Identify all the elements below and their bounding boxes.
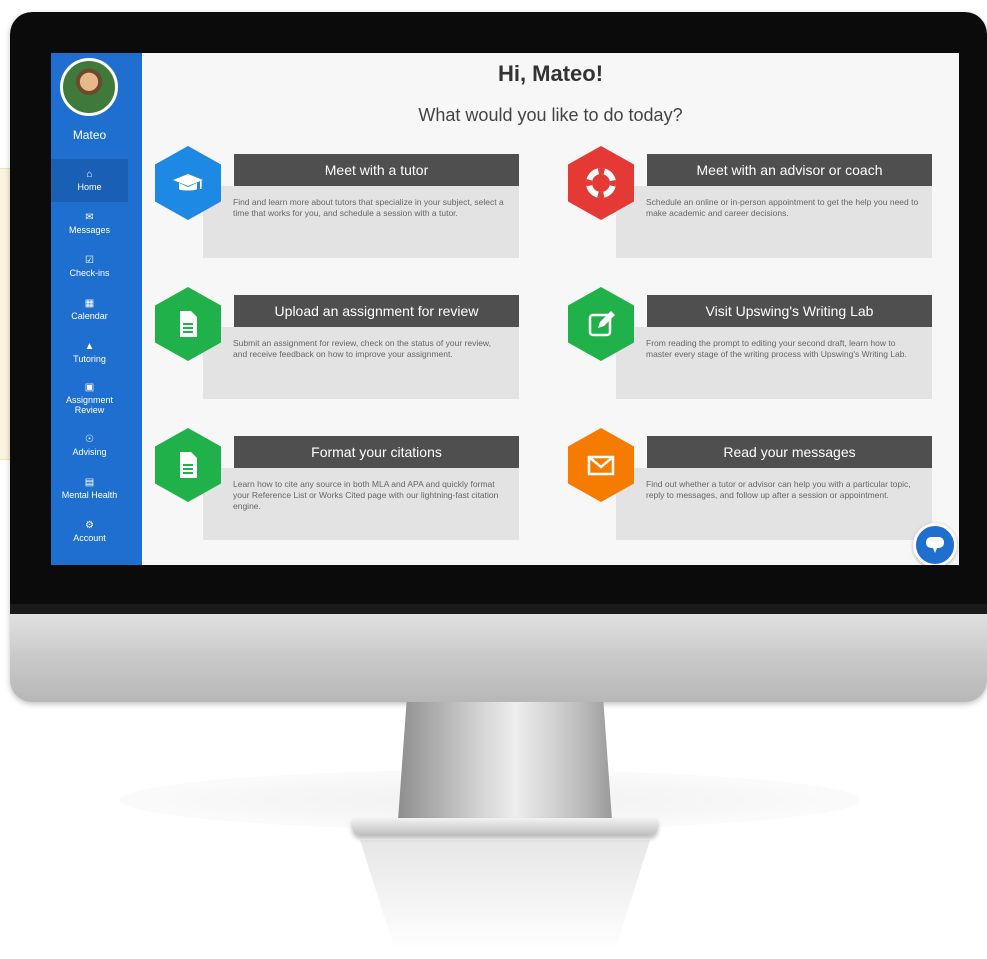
sidebar-item-label: Check-ins: [69, 267, 110, 278]
card-meet-tutor[interactable]: Meet with a tutor Find and learn more ab…: [155, 146, 519, 258]
sidebar-item-check-ins[interactable]: ☑ Check-ins: [51, 245, 128, 288]
sidebar-item-advising[interactable]: ☉ Advising: [51, 424, 128, 467]
sidebar-item-label: Mental Health: [61, 489, 118, 500]
sidebar-item-assignment-review[interactable]: ▣ Assignment Review: [51, 374, 128, 424]
card-writing-lab[interactable]: Visit Upswing's Writing Lab From reading…: [568, 287, 932, 399]
lifebuoy-icon: ☉: [85, 433, 94, 445]
chat-button[interactable]: [913, 523, 957, 565]
page-title: Hi, Mateo!: [497, 61, 604, 86]
sidebar-nav: ⌂ Home ✉ Messages ☑ Check-ins ▦ Calendar…: [51, 159, 128, 553]
sidebar-item-messages[interactable]: ✉ Messages: [51, 202, 128, 245]
calendar-icon: ▦: [84, 297, 95, 309]
sidebar-item-tutoring[interactable]: ▲ Tutoring: [51, 331, 128, 374]
home-icon: ⌂: [86, 168, 93, 180]
checkbox-icon: ☑: [85, 254, 94, 266]
card-description: Find out whether a tutor or advisor can …: [616, 468, 932, 540]
sidebar-item-label: Assignment Review: [65, 395, 114, 415]
sidebar-item-calendar[interactable]: ▦ Calendar: [51, 288, 128, 331]
app-screen: Mateo ⌂ Home ✉ Messages ☑ Check-ins ▦ Ca…: [51, 53, 959, 565]
avatar[interactable]: [60, 58, 118, 116]
graduation-cap-icon: ▲: [84, 340, 95, 352]
stand-reflection: [360, 840, 650, 950]
bezel-bottom-edge: [10, 604, 987, 614]
card-description: Submit an assignment for review, check o…: [203, 327, 519, 399]
sidebar-item-label: Calendar: [71, 310, 108, 321]
monitor-stand-foot: [352, 818, 658, 836]
card-format-citations[interactable]: Format your citations Learn how to cite …: [155, 428, 519, 540]
card-meet-advisor[interactable]: Meet with an advisor or coach Schedule a…: [568, 146, 932, 258]
sidebar-item-label: Tutoring: [73, 353, 106, 364]
main-content: Hi, Mateo! What would you like to do tod…: [142, 53, 959, 565]
page-subtitle: What would you like to do today?: [418, 105, 683, 125]
chat-icon: [926, 537, 944, 553]
sidebar-item-account[interactable]: ⚙ Account: [51, 510, 128, 553]
gear-icon: ⚙: [85, 519, 94, 531]
sidebar-item-label: Home: [77, 181, 102, 192]
card-title: Read your messages: [647, 436, 932, 468]
card-title: Format your citations: [234, 436, 519, 468]
card-upload-assignment[interactable]: Upload an assignment for review Submit a…: [155, 287, 519, 399]
card-title: Meet with an advisor or coach: [647, 154, 932, 186]
envelope-icon: ✉: [85, 211, 94, 223]
user-name: Mateo: [72, 128, 107, 142]
sidebar-item-mental-health[interactable]: ▤ Mental Health: [51, 467, 128, 510]
monitor-stand-neck: [398, 702, 612, 820]
document-icon: ▣: [84, 382, 95, 393]
sidebar-item-label: Messages: [68, 224, 111, 235]
card-title: Meet with a tutor: [234, 154, 519, 186]
first-aid-icon: ▤: [84, 476, 95, 488]
card-title: Upload an assignment for review: [234, 295, 519, 327]
sidebar-item-label: Account: [73, 532, 106, 543]
monitor-chin: [10, 604, 987, 702]
card-description: From reading the prompt to editing your …: [616, 327, 932, 399]
card-read-messages[interactable]: Read your messages Find out whether a tu…: [568, 428, 932, 540]
sidebar-item-home[interactable]: ⌂ Home: [51, 159, 128, 202]
card-description: Find and learn more about tutors that sp…: [203, 186, 519, 258]
card-title: Visit Upswing's Writing Lab: [647, 295, 932, 327]
card-description: Learn how to cite any source in both MLA…: [203, 468, 519, 540]
card-description: Schedule an online or in-person appointm…: [616, 186, 932, 258]
sidebar-item-label: Advising: [72, 446, 107, 457]
sidebar: Mateo ⌂ Home ✉ Messages ☑ Check-ins ▦ Ca…: [51, 53, 142, 565]
